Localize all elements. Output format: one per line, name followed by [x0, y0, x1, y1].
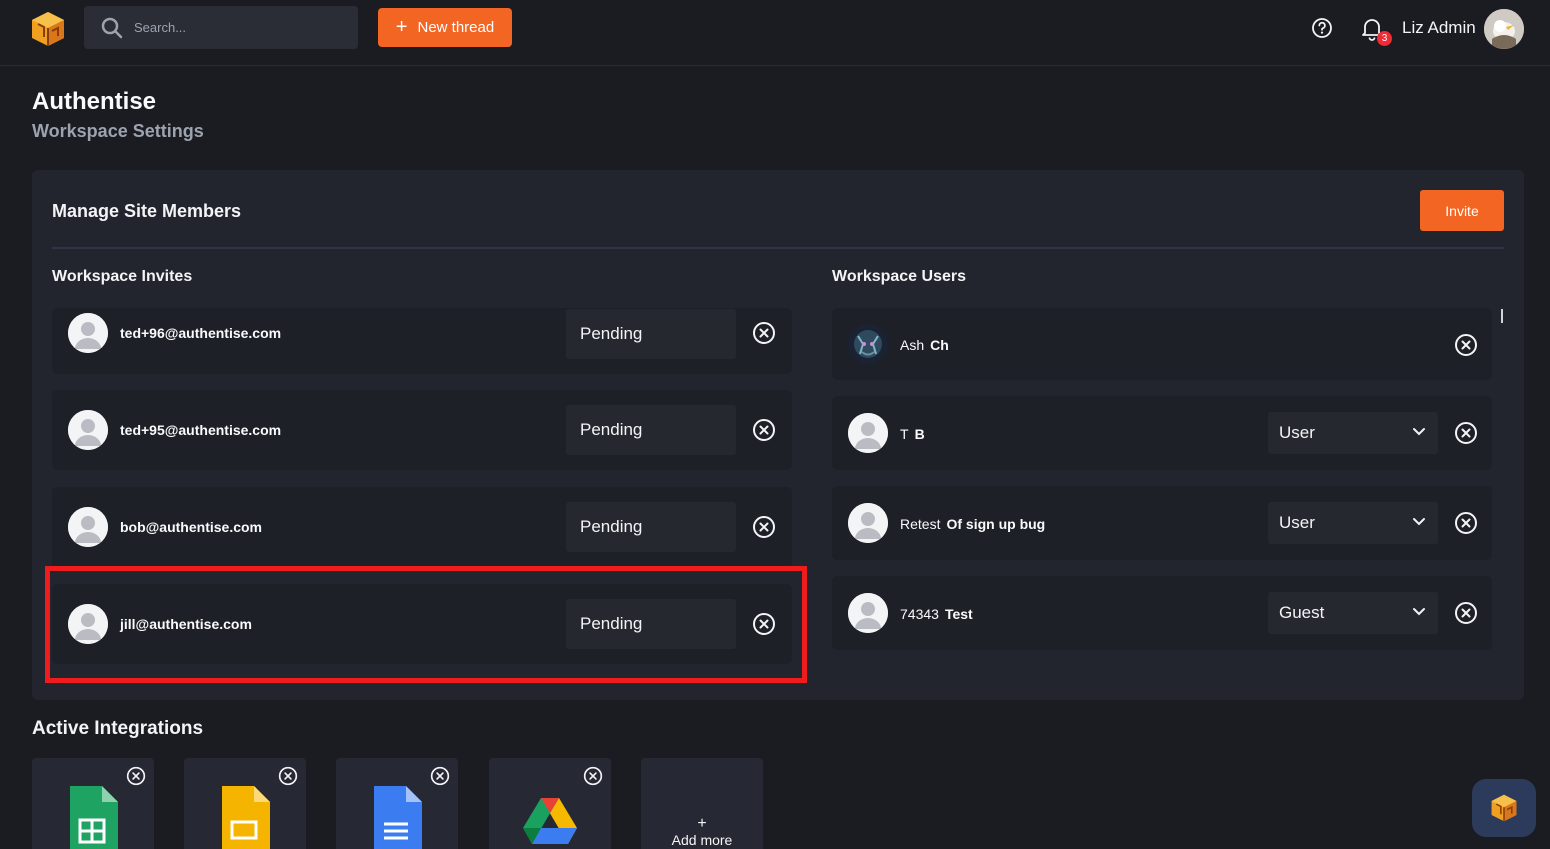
role-select[interactable]: User	[1268, 412, 1438, 454]
remove-user-icon[interactable]	[1454, 421, 1478, 445]
user-first-name: 74343	[900, 606, 939, 622]
remove-integration-icon[interactable]	[430, 766, 450, 786]
chevron-down-icon	[1413, 608, 1425, 616]
remove-integration-icon[interactable]	[278, 766, 298, 786]
top-bar: + New thread 3 Liz Admin	[0, 0, 1550, 66]
remove-integration-icon[interactable]	[126, 766, 146, 786]
google-docs-icon	[374, 786, 422, 849]
app-logo[interactable]	[30, 10, 66, 48]
remove-invite-icon[interactable]	[752, 515, 776, 539]
user-avatar[interactable]	[1484, 9, 1524, 49]
invite-status: Pending	[566, 309, 736, 359]
invite-row: ted+95@authentise.com Pending	[52, 390, 792, 470]
avatar	[848, 324, 888, 364]
user-first-name: T	[900, 426, 909, 442]
integration-tile[interactable]	[336, 758, 458, 849]
user-name: 74343 Test	[900, 606, 973, 622]
user-name: TB	[900, 426, 925, 442]
help-icon[interactable]	[1311, 17, 1333, 39]
plus-icon: +	[697, 815, 707, 832]
invite-email: ted+95@authentise.com	[120, 422, 282, 438]
user-name: Retest Of sign up bug	[900, 516, 1045, 532]
user-first-name: Ash	[900, 337, 925, 353]
user-row: Ash Ch	[832, 308, 1492, 380]
invite-email: bob@authentise.com	[120, 519, 262, 535]
chevron-down-icon	[1413, 518, 1425, 526]
user-row: 74343 Test Guest	[832, 576, 1492, 650]
assistant-fab-button[interactable]	[1472, 779, 1536, 837]
google-drive-icon	[523, 798, 577, 844]
integrations-title: Active Integrations	[32, 718, 204, 739]
page-title: Authentise	[32, 88, 157, 115]
remove-integration-icon[interactable]	[583, 766, 603, 786]
integration-tile[interactable]	[489, 758, 611, 849]
avatar	[68, 313, 108, 353]
search-input[interactable]	[134, 20, 334, 35]
highlight-box	[45, 566, 807, 683]
invite-row: ted+96@authentise.com Pending	[52, 308, 792, 374]
user-first-name: Retest	[900, 516, 941, 532]
avatar	[848, 413, 888, 453]
plus-icon: +	[395, 15, 408, 38]
divider	[52, 247, 1504, 249]
role-select[interactable]: Guest	[1268, 592, 1438, 634]
scrollbar[interactable]	[1501, 309, 1503, 323]
remove-user-icon[interactable]	[1454, 601, 1478, 625]
integration-tile[interactable]	[32, 758, 154, 849]
invite-status: Pending	[566, 502, 736, 552]
avatar	[68, 507, 108, 547]
add-integration-button[interactable]: + Add more	[641, 758, 763, 849]
new-thread-label: New thread	[417, 19, 495, 36]
new-thread-button[interactable]: + New thread	[378, 8, 512, 47]
user-last-name: Ch	[930, 337, 949, 353]
invite-email: ted+96@authentise.com	[120, 325, 282, 341]
user-name: Ash Ch	[900, 337, 949, 353]
notification-badge: 3	[1377, 31, 1392, 46]
user-last-name: Of sign up bug	[946, 516, 1046, 532]
remove-user-icon[interactable]	[1454, 511, 1478, 535]
page-subtitle: Workspace Settings	[32, 121, 204, 141]
invite-row: bob@authentise.com Pending	[52, 487, 792, 567]
chevron-down-icon	[1413, 428, 1425, 436]
invite-status: Pending	[566, 405, 736, 455]
google-slides-icon	[222, 786, 270, 849]
notifications-button[interactable]: 3	[1360, 16, 1392, 46]
add-more-label: Add more	[671, 832, 733, 848]
avatar	[848, 593, 888, 633]
user-last-name: Test	[944, 606, 973, 622]
user-row: TB User	[832, 396, 1492, 470]
google-sheets-icon	[70, 786, 118, 849]
search-box[interactable]	[84, 6, 358, 49]
role-value: Guest	[1279, 603, 1325, 622]
user-name[interactable]: Liz Admin	[1402, 18, 1476, 38]
remove-invite-icon[interactable]	[752, 418, 776, 442]
role-value: User	[1279, 513, 1315, 532]
user-row: Retest Of sign up bug User	[832, 486, 1492, 560]
avatar	[848, 503, 888, 543]
remove-user-icon[interactable]	[1454, 333, 1478, 357]
app-logo-icon	[1491, 794, 1517, 822]
integration-tile[interactable]	[184, 758, 306, 849]
invites-heading: Workspace Invites	[52, 268, 193, 285]
user-last-name: B	[914, 426, 925, 442]
panel-title: Manage Site Members	[52, 201, 242, 221]
users-heading: Workspace Users	[832, 268, 966, 285]
invite-button[interactable]: Invite	[1420, 190, 1504, 231]
search-icon	[101, 17, 123, 38]
role-value: User	[1279, 423, 1315, 442]
remove-invite-icon[interactable]	[752, 321, 776, 345]
avatar	[68, 410, 108, 450]
role-select[interactable]: User	[1268, 502, 1438, 544]
